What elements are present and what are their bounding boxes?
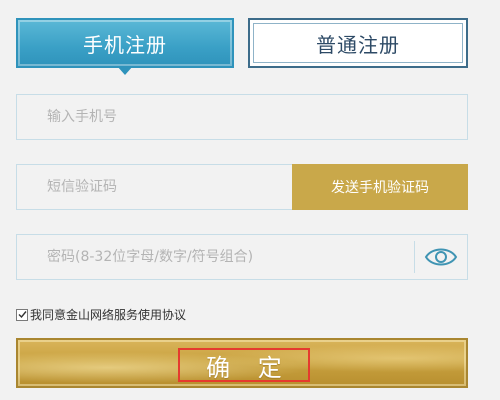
phone-input[interactable] — [17, 95, 467, 139]
password-field — [16, 234, 468, 280]
checkmark-icon — [18, 311, 27, 319]
send-sms-code-label: 发送手机验证码 — [331, 180, 429, 196]
phone-field — [16, 94, 468, 140]
send-sms-code-button[interactable]: 发送手机验证码 — [292, 164, 468, 210]
password-divider — [414, 241, 415, 273]
tab-phone-register[interactable]: 手机注册 — [16, 18, 234, 75]
sms-code-input[interactable] — [17, 165, 293, 209]
tab-phone-register-label: 手机注册 — [83, 32, 167, 57]
eye-icon[interactable] — [423, 244, 459, 270]
agreement-checkbox[interactable] — [16, 308, 28, 321]
confirm-label: 确 定 — [178, 348, 310, 382]
tab-normal-register-label: 普通注册 — [316, 32, 400, 57]
password-input[interactable] — [17, 235, 413, 279]
confirm-button[interactable]: 确 定 — [16, 338, 468, 388]
sms-code-field: 发送手机验证码 — [16, 164, 468, 210]
agreement-label[interactable]: 我同意金山网络服务使用协议 — [30, 306, 186, 323]
agreement-row: 我同意金山网络服务使用协议 — [16, 306, 186, 323]
tab-normal-register[interactable]: 普通注册 — [248, 18, 468, 68]
